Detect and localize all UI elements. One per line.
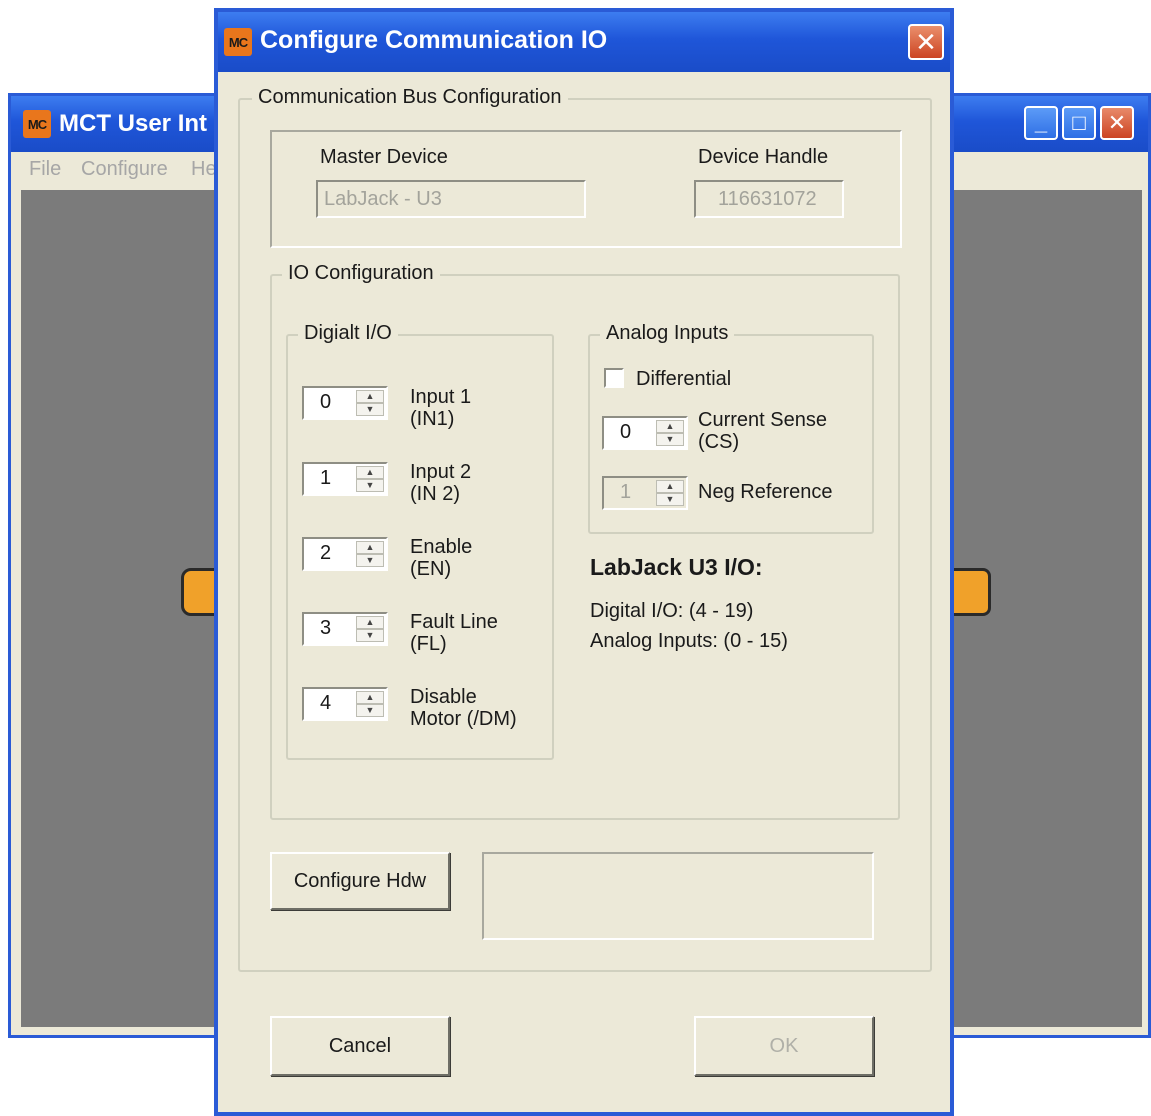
spin-up-icon[interactable]: ▲ [656, 480, 684, 493]
master-device-value: LabJack - U3 [324, 188, 442, 210]
spin-up-icon[interactable]: ▲ [356, 616, 384, 629]
bus-config-legend: Communication Bus Configuration [252, 86, 568, 109]
spin-up-icon[interactable]: ▲ [356, 466, 384, 479]
close-icon: ✕ [915, 26, 937, 57]
digital-label-input2: Input 2 [410, 461, 472, 483]
digital-label-disable-motor: Disable [410, 686, 477, 708]
digital-sublabel-disable-motor: Motor (/DM) [410, 708, 517, 730]
ok-button[interactable]: OK [694, 1016, 874, 1076]
digital-label-enable: Enable [410, 536, 473, 558]
spin-down-icon[interactable]: ▼ [356, 629, 384, 642]
minimize-icon: _ [1034, 110, 1048, 135]
spinner-value: 1 [320, 467, 332, 489]
device-handle-field: 116631072 [694, 180, 844, 218]
menu-help[interactable]: He [191, 158, 217, 181]
maximize-button[interactable]: □ [1062, 106, 1096, 140]
digital-spinner-fault-line[interactable]: 3 ▲ ▼ [302, 612, 388, 646]
main-close-button[interactable]: ✕ [1100, 106, 1134, 140]
ok-label: OK [769, 1034, 799, 1057]
digital-label-input1: Input 1 [410, 386, 472, 408]
spinner-value: 0 [320, 391, 332, 413]
digital-spinner-input2[interactable]: 1 ▲ ▼ [302, 462, 388, 496]
configure-io-dialog: MC Configure Communication IO ✕ Communic… [214, 8, 954, 1116]
logo-fragment-right [951, 568, 991, 616]
spin-down-icon[interactable]: ▼ [356, 554, 384, 567]
spinner-value: 2 [320, 542, 332, 564]
spinner-value: 0 [620, 421, 632, 443]
neg-reference-spinner[interactable]: 1 ▲ ▼ [602, 476, 688, 510]
spin-up-icon[interactable]: ▲ [656, 420, 684, 433]
device-handle-label: Device Handle [698, 146, 829, 168]
digital-io-legend: Digialt I/O [298, 322, 398, 345]
differential-label: Differential [636, 368, 732, 390]
current-sense-spinner[interactable]: 0 ▲ ▼ [602, 416, 688, 450]
digital-range-text: Digital I/O: (4 - 19) [590, 600, 754, 622]
configure-hdw-button[interactable]: Configure Hdw [270, 852, 450, 910]
digital-sublabel-input1: (IN1) [410, 408, 455, 430]
spin-down-icon[interactable]: ▼ [356, 704, 384, 717]
main-window-title: MCT User Int [59, 110, 208, 137]
digital-sublabel-fault-line: (FL) [410, 633, 447, 655]
digital-spinner-disable-motor[interactable]: 4 ▲ ▼ [302, 687, 388, 721]
digital-spinner-enable[interactable]: 2 ▲ ▼ [302, 537, 388, 571]
spinner-value: 1 [620, 481, 632, 503]
digital-label-fault-line: Fault Line [410, 611, 498, 633]
maximize-icon: □ [1072, 110, 1086, 135]
app-icon: MC [23, 110, 51, 138]
configure-hdw-label: Configure Hdw [293, 869, 427, 892]
cancel-button[interactable]: Cancel [270, 1016, 450, 1076]
neg-reference-label: Neg Reference [698, 481, 833, 503]
digital-sublabel-input2: (IN 2) [410, 483, 460, 505]
spin-up-icon[interactable]: ▲ [356, 541, 384, 554]
dialog-titlebar[interactable]: MC Configure Communication IO ✕ [218, 12, 950, 72]
minimize-button[interactable]: _ [1024, 106, 1058, 140]
differential-checkbox[interactable] [604, 368, 624, 388]
analog-inputs-legend: Analog Inputs [600, 322, 735, 345]
menu-configure[interactable]: Configure [81, 158, 168, 181]
device-handle-value: 116631072 [718, 188, 817, 210]
spin-down-icon[interactable]: ▼ [656, 433, 684, 446]
labjack-info-heading: LabJack U3 I/O: [590, 554, 763, 580]
spin-down-icon[interactable]: ▼ [656, 493, 684, 506]
dialog-close-button[interactable]: ✕ [908, 24, 944, 60]
spin-up-icon[interactable]: ▲ [356, 691, 384, 704]
master-device-label: Master Device [320, 146, 448, 168]
app-icon: MC [224, 28, 252, 56]
analog-range-text: Analog Inputs: (0 - 15) [590, 630, 788, 652]
master-device-field: LabJack - U3 [316, 180, 586, 218]
cancel-label: Cancel [328, 1034, 392, 1057]
spinner-value: 4 [320, 692, 332, 714]
io-config-legend: IO Configuration [282, 262, 440, 285]
digital-spinner-input1[interactable]: 0 ▲ ▼ [302, 386, 388, 420]
spin-down-icon[interactable]: ▼ [356, 479, 384, 492]
current-sense-label: Current Sense [698, 409, 827, 431]
current-sense-sublabel: (CS) [698, 431, 740, 453]
spinner-value: 3 [320, 617, 332, 639]
spin-up-icon[interactable]: ▲ [356, 390, 384, 403]
spin-down-icon[interactable]: ▼ [356, 403, 384, 416]
status-panel [482, 852, 874, 940]
close-icon: ✕ [1107, 110, 1127, 135]
menu-file[interactable]: File [29, 158, 61, 181]
dialog-title: Configure Communication IO [260, 26, 608, 54]
digital-sublabel-enable: (EN) [410, 558, 452, 580]
